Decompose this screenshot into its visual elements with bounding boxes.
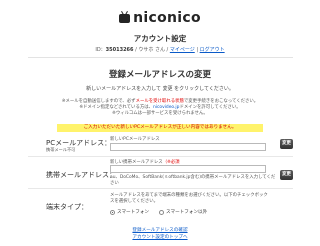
row-divider: [28, 188, 293, 189]
mobile-mail-change-button[interactable]: 変更: [280, 170, 293, 180]
logout-link[interactable]: ログアウト: [200, 47, 225, 53]
mobile-mail-input[interactable]: [110, 165, 266, 173]
error-message: ご入力いただいた新しいPCメールアドレスが正しい内容ではありません。: [57, 124, 263, 132]
header-divider: [28, 57, 293, 58]
smartphone-option-label[interactable]: スマートフォン: [117, 209, 149, 215]
device-description: メールアドレスをあてまで端末の種類をお選びください。以下のチェックボックスを選択…: [110, 193, 268, 204]
user-name: / ウサホ さん /: [133, 47, 170, 53]
user-id: 35013266: [105, 47, 134, 53]
page-title: アカウント設定: [133, 34, 187, 43]
mobile-mail-label: 携帯メールアドレス：: [46, 171, 116, 179]
row-divider: [28, 156, 293, 157]
lead-text: 新しいメールアドレスを入力して 変更 をクリックしてください。: [86, 86, 234, 92]
note-3: ※ウィルコムは一部サービスを受けられません。: [112, 111, 208, 117]
niconico-logo[interactable]: niconico: [119, 10, 201, 26]
logo-text: niconico: [133, 9, 201, 26]
confirm-email-link[interactable]: 登録メールアドレスの確認: [0, 227, 320, 234]
site-header: niconico: [0, 7, 320, 26]
account-top-link[interactable]: アカウント設定のトップへ: [0, 234, 320, 241]
smartphone-radio[interactable]: [110, 209, 115, 215]
note-1-warning: メールを受け取れる状態: [135, 99, 184, 104]
non-smartphone-radio[interactable]: [159, 209, 165, 215]
id-label: ID：: [95, 47, 106, 53]
pc-mail-change-button[interactable]: 変更: [280, 139, 293, 149]
tv-icon: [119, 14, 131, 23]
pc-mail-sublabel: 携帯メール不可: [46, 147, 76, 152]
notes: ※メールを自動送信しますので、必ずメールを受け取れる状態で変更手続きをおこなって…: [0, 99, 320, 118]
non-smartphone-option-label[interactable]: スマートフォン以外: [166, 209, 207, 215]
section-title: 登録メールアドレスの変更: [108, 70, 211, 80]
pc-mail-input[interactable]: [110, 143, 266, 151]
device-options: スマートフォン スマートフォン以外: [110, 209, 207, 215]
footer-links: 登録メールアドレスの確認 アカウント設定のトップへ: [0, 227, 320, 241]
mobile-mail-example: au、DoCoMo、SoftBank(ｓoftbank.jp含む)の携帯メールア…: [110, 175, 276, 186]
user-info: ID：35013266 / ウサホ さん / マイページ | ログアウト: [0, 46, 320, 53]
pc-mail-hint: 新しいPCメールアドレス: [110, 137, 160, 142]
domain-link[interactable]: nicovideo.jp: [153, 105, 179, 110]
device-type-label: 端末タイプ：: [46, 203, 88, 211]
mypage-link[interactable]: マイページ: [170, 47, 195, 53]
